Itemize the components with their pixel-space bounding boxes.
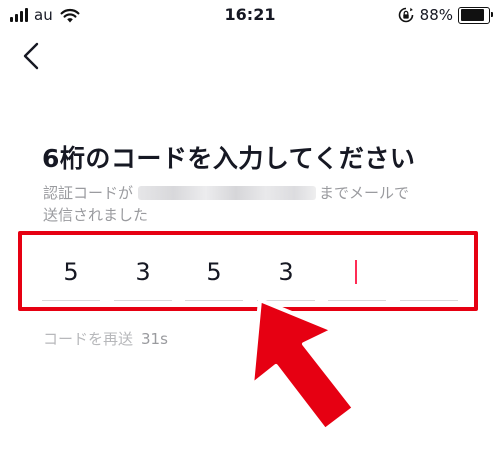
status-bar: au 16:21 88% <box>0 0 500 30</box>
resend-code[interactable]: コードを再送 31s <box>43 328 168 349</box>
rotation-lock-icon <box>398 7 413 23</box>
subtitle-line-2: 送信されました <box>43 206 149 224</box>
battery-icon <box>458 6 493 24</box>
resend-countdown: 31s <box>141 330 168 348</box>
chevron-left-icon[interactable] <box>16 40 48 72</box>
subtitle-line-1: 認証コードが までメールで <box>43 182 409 203</box>
annotation-arrow-icon <box>250 298 356 432</box>
resend-code-label: コードを再送 <box>43 330 134 348</box>
subtitle-after-email: までメールで <box>319 184 410 202</box>
battery-fill <box>460 9 485 21</box>
page-title: 6桁のコードを入力してください <box>42 144 416 173</box>
status-right: 88% <box>398 5 493 25</box>
redacted-email <box>138 185 317 200</box>
verification-code-screen: au 16:21 88% 6桁のコードを入力してください 認証コードが までメー… <box>0 0 500 474</box>
battery-percent: 88% <box>419 6 453 24</box>
subtitle-before-email: 認証コードが <box>43 184 134 202</box>
battery-tip <box>491 11 493 17</box>
